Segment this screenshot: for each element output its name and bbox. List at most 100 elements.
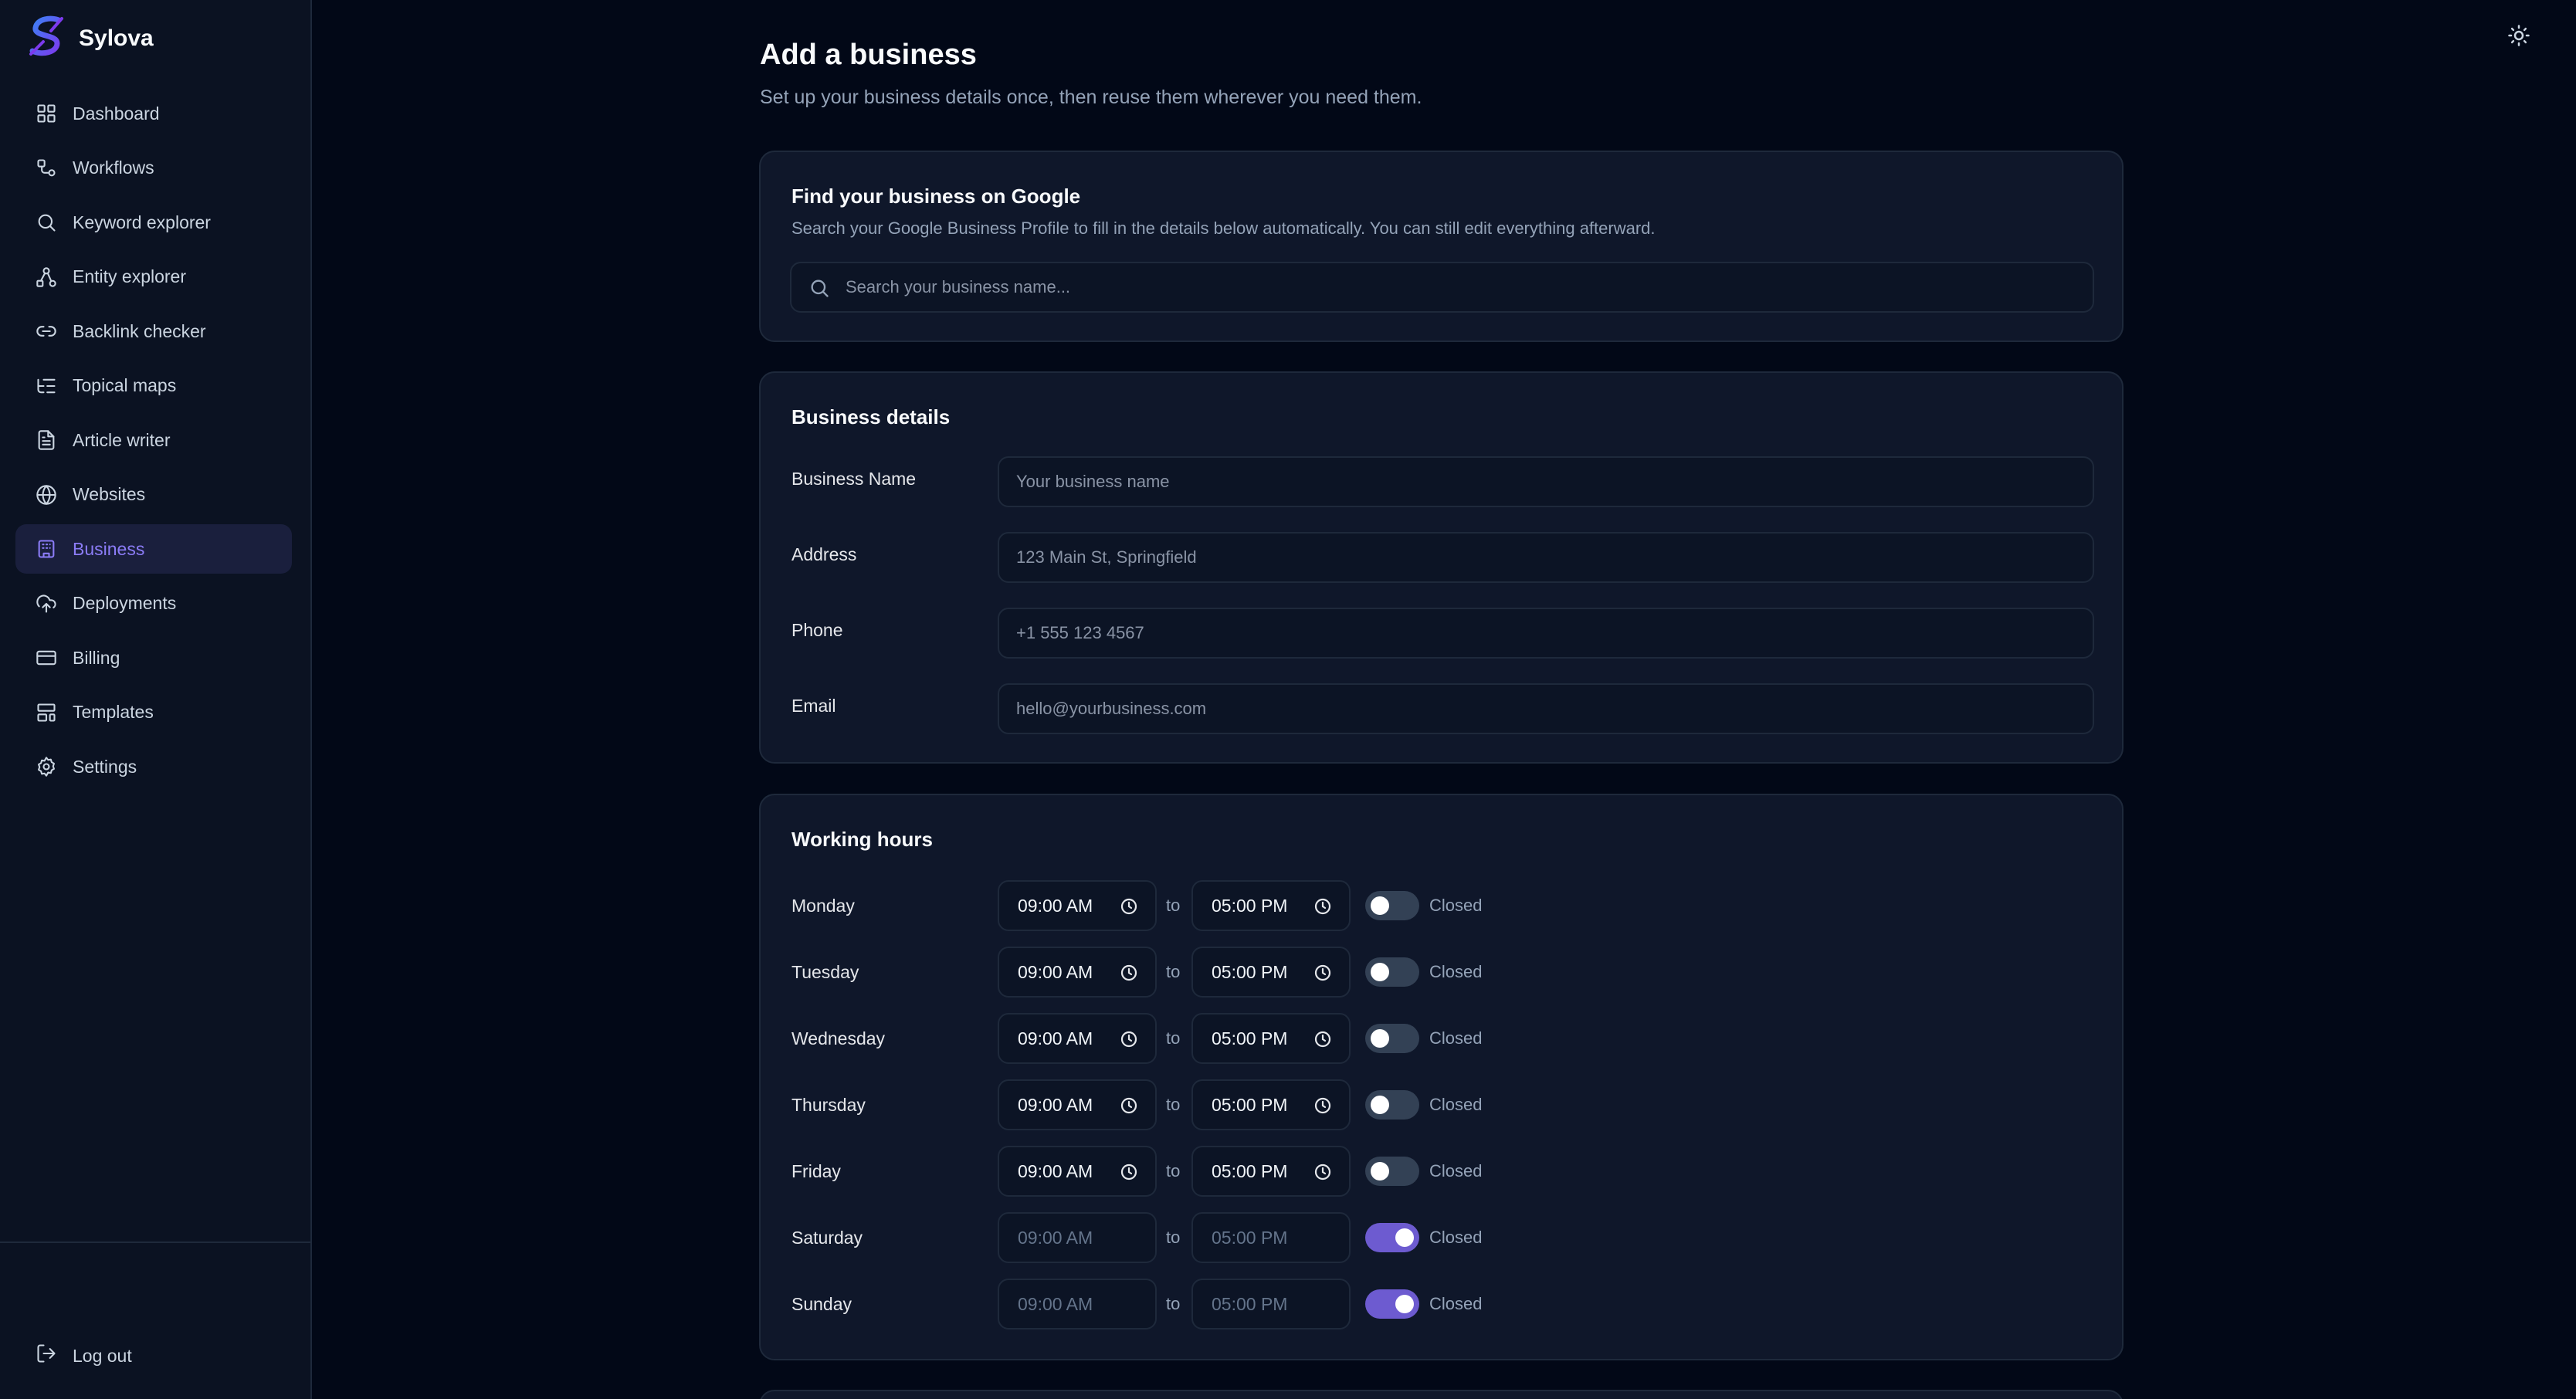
closed-label: Closed (1429, 896, 1483, 915)
close-time-input[interactable]: 05:00 PM (1191, 1212, 1351, 1263)
building-icon (36, 538, 57, 560)
address-field[interactable] (998, 532, 2094, 583)
sidebar-item-deployments[interactable]: Deployments (15, 579, 292, 628)
open-time-input[interactable]: 09:00 AM (998, 1079, 1157, 1130)
sidebar-item-label: Billing (73, 647, 120, 668)
card-description: Search your Google Business Profile to f… (791, 218, 1656, 238)
phone-field[interactable] (998, 608, 2094, 659)
next-card (759, 1390, 2124, 1399)
app-name: Sylova (79, 25, 154, 51)
sylova-logo-icon (28, 15, 66, 63)
sidebar-item-websites[interactable]: Websites (15, 470, 292, 520)
list-tree-icon (36, 375, 57, 397)
sidebar-item-dashboard[interactable]: Dashboard (15, 89, 292, 138)
sidebar-item-billing[interactable]: Billing (15, 633, 292, 683)
closed-toggle[interactable] (1365, 1223, 1419, 1252)
open-time-input[interactable]: 09:00 AM (998, 1013, 1157, 1064)
day-label: Tuesday (791, 962, 859, 982)
toggle-knob (1395, 1295, 1414, 1313)
sidebar-item-label: Templates (73, 702, 154, 722)
open-time-input[interactable]: 09:00 AM (998, 1146, 1157, 1197)
to-label: to (1166, 962, 1181, 981)
closed-toggle[interactable] (1365, 1024, 1419, 1053)
entity-icon (36, 266, 57, 288)
to-label: to (1166, 896, 1181, 915)
workflow-icon (36, 158, 57, 179)
sidebar-item-business[interactable]: Business (15, 524, 292, 574)
time-value: 05:00 PM (1212, 1160, 1288, 1181)
time-value: 09:00 AM (1018, 1293, 1093, 1314)
sidebar-divider (0, 1241, 310, 1243)
open-time-input[interactable]: 09:00 AM (998, 1212, 1157, 1263)
time-value: 09:00 AM (1018, 961, 1093, 982)
google-search-card: Find your business on Google Search your… (759, 151, 2124, 342)
time-value: 09:00 AM (1018, 1227, 1093, 1248)
sidebar-nav: Dashboard Workflows Keyword explorer Ent… (15, 89, 292, 797)
close-time-input[interactable]: 05:00 PM (1191, 1079, 1351, 1130)
google-business-search-input[interactable] (846, 263, 2081, 311)
closed-toggle[interactable] (1365, 1090, 1419, 1120)
file-text-icon (36, 429, 57, 451)
open-time-input[interactable]: 09:00 AM (998, 1279, 1157, 1330)
clock-icon (1120, 964, 1138, 982)
sidebar-item-entity-explorer[interactable]: Entity explorer (15, 252, 292, 302)
day-label: Saturday (791, 1228, 863, 1248)
email-field[interactable] (998, 683, 2094, 734)
sidebar-item-backlink-checker[interactable]: Backlink checker (15, 307, 292, 356)
business-name-field[interactable] (998, 456, 2094, 507)
sidebar-item-label: Keyword explorer (73, 212, 211, 232)
time-value: 05:00 PM (1212, 961, 1288, 982)
sun-icon (2507, 24, 2530, 51)
closed-toggle[interactable] (1365, 891, 1419, 920)
day-label: Wednesday (791, 1028, 886, 1048)
open-time-input[interactable]: 09:00 AM (998, 880, 1157, 931)
page-subtitle: Set up your business details once, then … (760, 86, 1422, 108)
credit-card-icon (36, 647, 57, 669)
sidebar-item-label: Article writer (73, 429, 171, 450)
sidebar-item-settings[interactable]: Settings (15, 742, 292, 791)
time-value: 05:00 PM (1212, 1293, 1288, 1314)
phone-label: Phone (791, 620, 843, 640)
close-time-input[interactable]: 05:00 PM (1191, 880, 1351, 931)
closed-toggle[interactable] (1365, 957, 1419, 987)
to-label: to (1166, 1095, 1181, 1114)
close-time-input[interactable]: 05:00 PM (1191, 1146, 1351, 1197)
page-title: Add a business (760, 39, 977, 71)
clock-icon (1120, 897, 1138, 916)
cloud-upload-icon (36, 593, 57, 615)
closed-label: Closed (1429, 1294, 1483, 1313)
time-value: 05:00 PM (1212, 1227, 1288, 1248)
logout-button[interactable]: Log out (36, 1331, 132, 1380)
toggle-knob (1371, 896, 1389, 915)
clock-icon (1313, 1163, 1332, 1181)
sidebar-item-templates[interactable]: Templates (15, 688, 292, 737)
time-value: 09:00 AM (1018, 1028, 1093, 1048)
day-label: Friday (791, 1161, 841, 1181)
time-value: 09:00 AM (1018, 895, 1093, 916)
toggle-knob (1371, 1096, 1389, 1114)
open-time-input[interactable]: 09:00 AM (998, 947, 1157, 998)
working-hours-card: Working hours Monday 09:00 AM to 05:00 PM Cl… (759, 794, 2124, 1360)
email-label: Email (791, 696, 836, 716)
closed-label: Closed (1429, 1095, 1483, 1114)
business-details-card: Business details Business Name Address P… (759, 371, 2124, 764)
toggle-knob (1395, 1228, 1414, 1247)
layout-template-icon (36, 702, 57, 723)
sidebar-item-keyword-explorer[interactable]: Keyword explorer (15, 198, 292, 247)
closed-toggle[interactable] (1365, 1289, 1419, 1319)
clock-icon (1313, 897, 1332, 916)
close-time-input[interactable]: 05:00 PM (1191, 1279, 1351, 1330)
closed-toggle[interactable] (1365, 1157, 1419, 1186)
theme-toggle-button[interactable] (2505, 23, 2533, 51)
time-value: 09:00 AM (1018, 1160, 1093, 1181)
sidebar-item-topical-maps[interactable]: Topical maps (15, 361, 292, 411)
brand[interactable]: Sylova (28, 15, 154, 63)
clock-icon (1120, 1096, 1138, 1115)
close-time-input[interactable]: 05:00 PM (1191, 947, 1351, 998)
link-icon (36, 320, 57, 342)
sidebar-item-article-writer[interactable]: Article writer (15, 415, 292, 465)
close-time-input[interactable]: 05:00 PM (1191, 1013, 1351, 1064)
clock-icon (1313, 1030, 1332, 1048)
clock-icon (1120, 1163, 1138, 1181)
sidebar-item-workflows[interactable]: Workflows (15, 144, 292, 193)
